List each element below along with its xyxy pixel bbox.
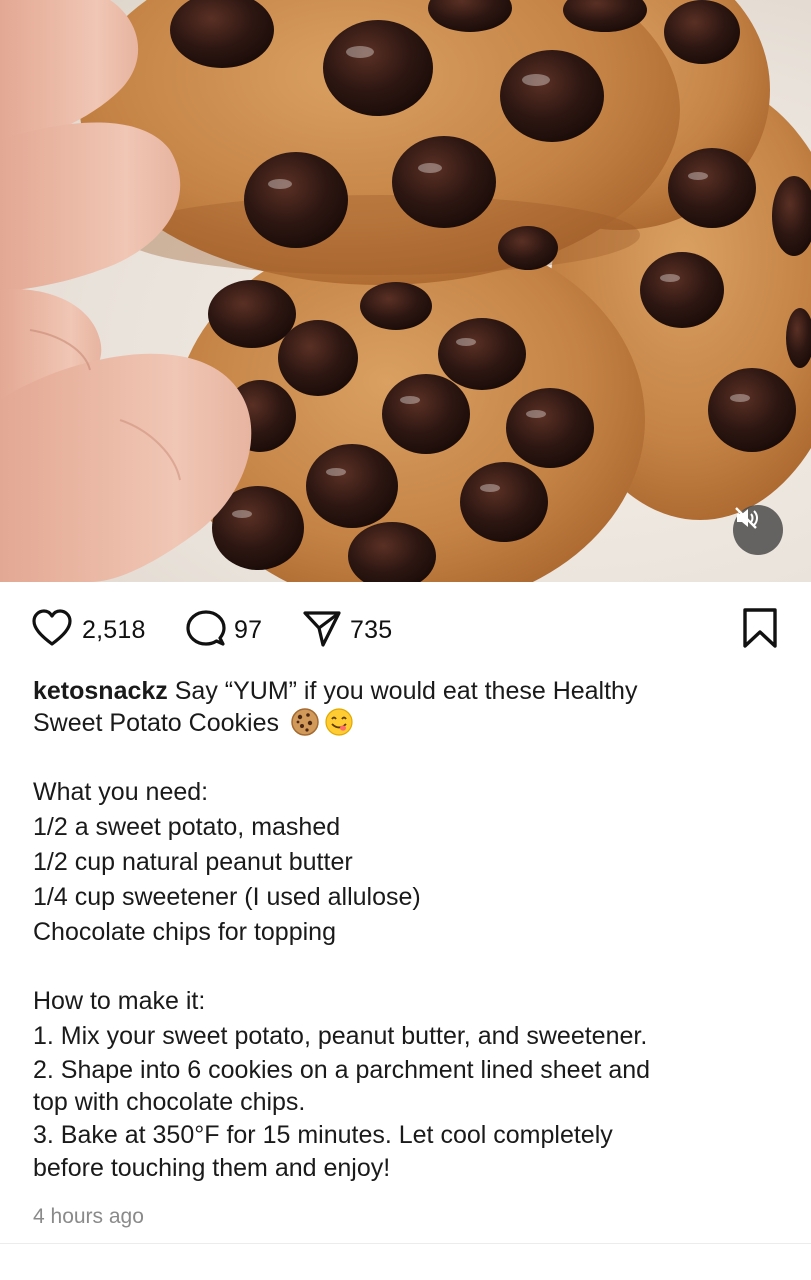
- yum-face-emoji: [324, 707, 354, 737]
- step-line: before touching them and enjoy!: [33, 1154, 391, 1182]
- bookmark-icon: [742, 607, 778, 654]
- heart-icon: [30, 608, 74, 653]
- step-line: 1. Mix your sweet potato, peanut butter,…: [33, 1022, 648, 1050]
- mute-button[interactable]: [733, 505, 783, 555]
- ingredient-item: 1/4 cup sweetener (I used allulose): [33, 883, 421, 911]
- share-button[interactable]: 735: [302, 604, 392, 656]
- comment-button[interactable]: 97: [186, 604, 262, 656]
- comment-count: 97: [234, 615, 263, 644]
- ingredient-item: 1/2 cup natural peanut butter: [33, 848, 353, 876]
- divider: [0, 1243, 811, 1244]
- comment-bubble-icon: [186, 608, 226, 653]
- cookie-emoji: [290, 707, 320, 737]
- post-timestamp: 4 hours ago: [33, 1205, 144, 1228]
- step-line: 3. Bake at 350°F for 15 minutes. Let coo…: [33, 1121, 613, 1149]
- caption-text-line-1: Say “YUM” if you would eat these Healthy: [174, 677, 638, 705]
- steps-heading: How to make it:: [33, 987, 206, 1015]
- caption-text-line-2: Sweet Potato Cookies: [33, 709, 279, 737]
- like-button[interactable]: 2,518: [30, 604, 146, 656]
- ingredient-item: 1/2 a sweet potato, mashed: [33, 813, 341, 841]
- ingredient-item: Chocolate chips for topping: [33, 918, 336, 946]
- like-count: 2,518: [82, 615, 146, 644]
- save-button[interactable]: [742, 604, 778, 656]
- ingredients-heading: What you need:: [33, 778, 209, 806]
- step-line: 2. Shape into 6 cookies on a parchment l…: [33, 1056, 651, 1084]
- step-line: top with chocolate chips.: [33, 1088, 306, 1116]
- cookie-photo: [0, 0, 811, 582]
- share-count: 735: [350, 615, 393, 644]
- post-actions: 2,518 97 735: [0, 604, 811, 656]
- post-media[interactable]: [0, 0, 811, 582]
- paper-plane-icon: [302, 608, 342, 653]
- username-link[interactable]: ketosnackz: [33, 677, 168, 705]
- post-caption: ketosnackz Say “YUM” if you would eat th…: [33, 676, 781, 1184]
